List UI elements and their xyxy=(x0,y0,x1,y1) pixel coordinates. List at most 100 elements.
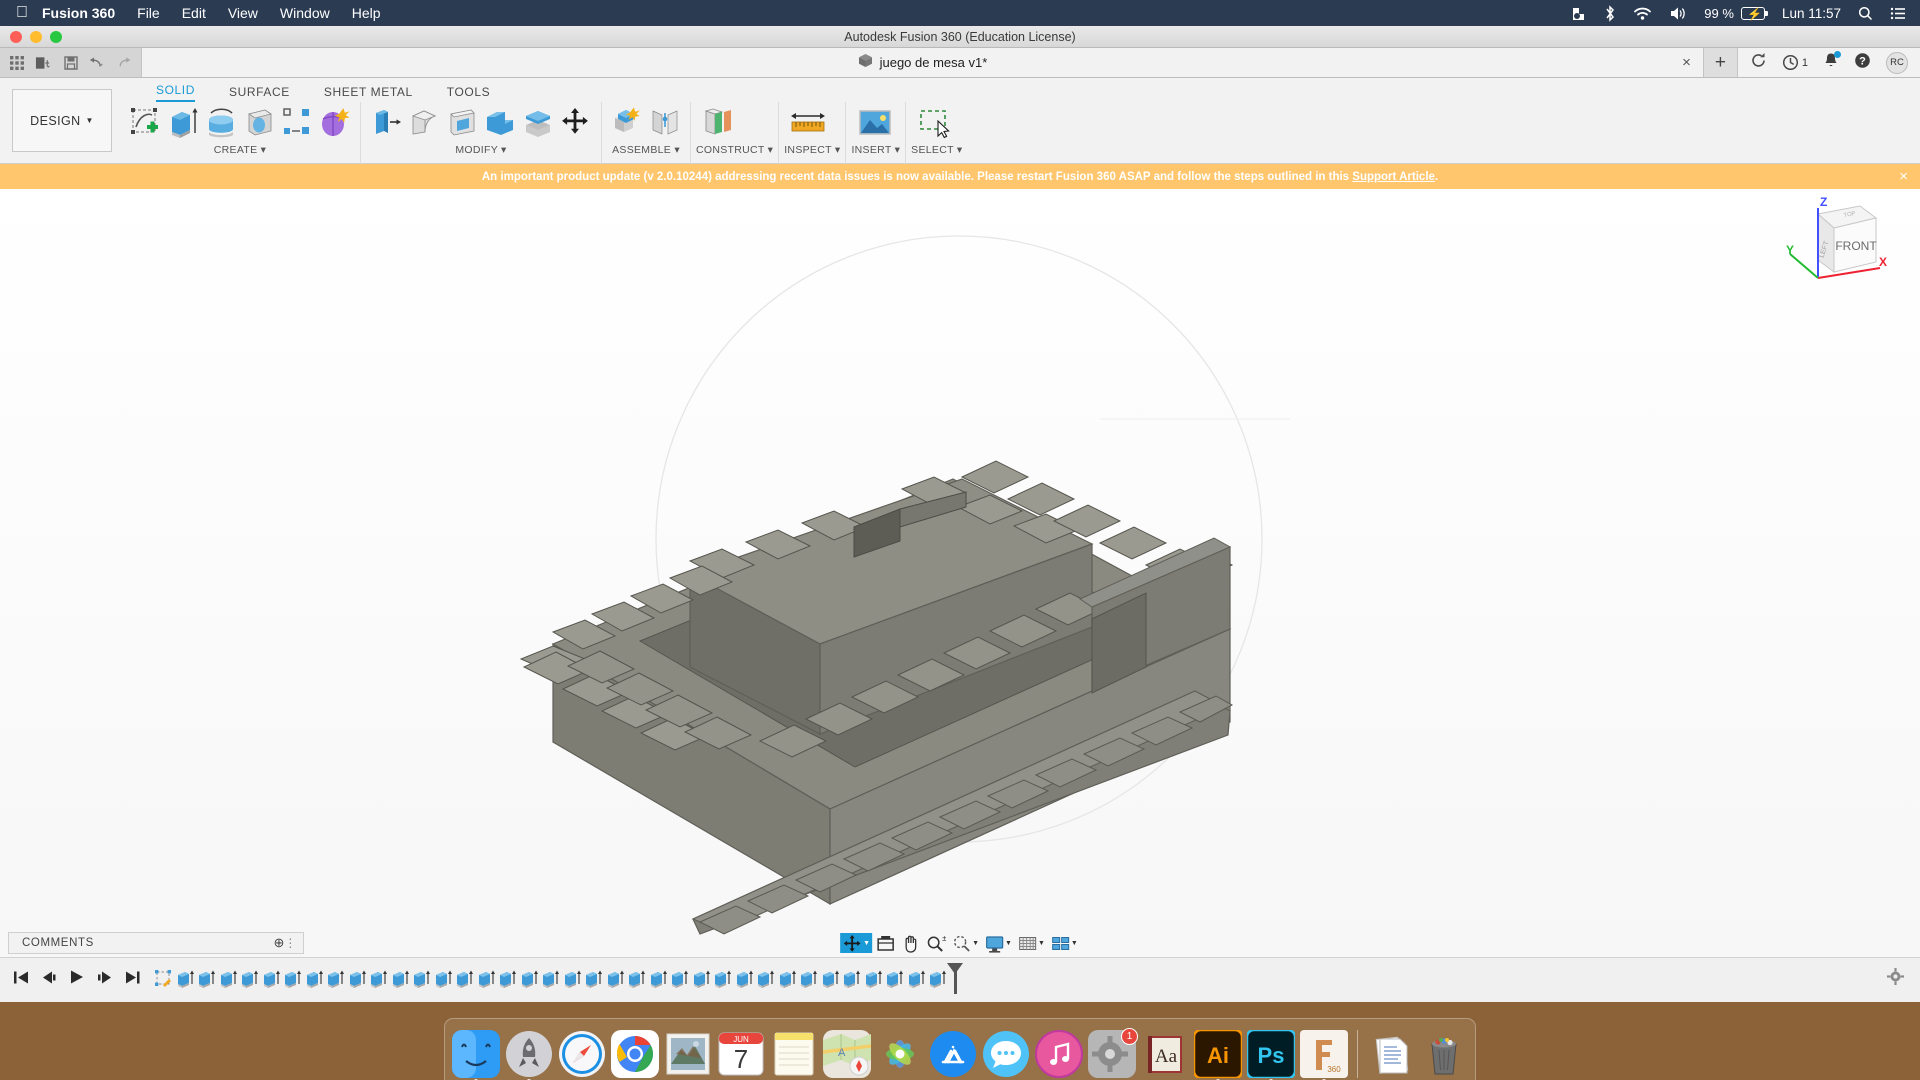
timeline-feature-extrude[interactable] xyxy=(455,969,474,989)
dock-item-trash[interactable] xyxy=(1420,1030,1468,1078)
pan-hand-tool[interactable] xyxy=(899,933,922,953)
timeline-feature-extrude[interactable] xyxy=(928,969,947,989)
timeline-feature-extrude[interactable] xyxy=(778,969,797,989)
dock-item-launchpad[interactable] xyxy=(505,1030,553,1078)
insert-image-icon[interactable] xyxy=(854,105,896,141)
timeline-feature-extrude[interactable] xyxy=(219,969,238,989)
timeline-feature-extrude[interactable] xyxy=(713,969,732,989)
timeline-feature-extrude[interactable] xyxy=(520,969,539,989)
model-viewport[interactable] xyxy=(0,189,1920,957)
dock-item-maps[interactable]: A xyxy=(823,1030,871,1078)
dock-item-photoshop[interactable]: Ps xyxy=(1247,1030,1295,1078)
timeline-feature-extrude[interactable] xyxy=(842,969,861,989)
dock-item-calendar[interactable]: JUN 7 xyxy=(717,1030,765,1078)
battery-icon[interactable]: ⚡ xyxy=(1736,7,1765,20)
notification-bell-icon[interactable] xyxy=(1823,52,1839,74)
timeline-feature-extrude[interactable] xyxy=(197,969,216,989)
panel-label-insert[interactable]: INSERT ▾ xyxy=(851,144,900,160)
timeline-feature-extrude[interactable] xyxy=(649,969,668,989)
panel-label-select[interactable]: SELECT ▾ xyxy=(911,144,962,160)
document-tab[interactable]: juego de mesa v1* × xyxy=(141,48,1704,77)
timeline-feature-extrude[interactable] xyxy=(283,969,302,989)
timeline-feature-extrude[interactable] xyxy=(735,969,754,989)
zoom-tool[interactable]: ± xyxy=(924,933,948,953)
panel-grip[interactable]: ⋮ xyxy=(284,936,297,950)
timeline-feature-extrude[interactable] xyxy=(756,969,775,989)
extrude-icon[interactable] xyxy=(166,105,200,141)
dock-item-messages[interactable] xyxy=(982,1030,1030,1078)
timeline-feature-extrude[interactable] xyxy=(326,969,345,989)
comments-panel[interactable]: COMMENTS ⊕ ⋮ xyxy=(8,932,304,954)
menu-window[interactable]: Window xyxy=(280,5,330,21)
create-form-icon[interactable] xyxy=(318,105,352,141)
workspace-switcher[interactable]: DESIGN▼ xyxy=(12,89,112,152)
shell-icon[interactable] xyxy=(445,105,479,141)
press-pull-icon[interactable] xyxy=(369,105,403,141)
combine-icon[interactable] xyxy=(483,105,517,141)
timeline-feature-extrude[interactable] xyxy=(864,969,883,989)
step-back-icon[interactable] xyxy=(42,971,57,987)
panel-label-modify[interactable]: MODIFY ▾ xyxy=(366,144,596,160)
menu-file[interactable]: File xyxy=(137,5,160,21)
volume-icon[interactable] xyxy=(1669,6,1687,21)
timeline-feature-extrude[interactable] xyxy=(477,969,496,989)
pattern-icon[interactable] xyxy=(280,105,314,141)
tab-surface[interactable]: SURFACE xyxy=(229,85,290,102)
measure-icon[interactable] xyxy=(787,105,829,141)
timeline-feature-extrude[interactable] xyxy=(627,969,646,989)
look-at-tool[interactable] xyxy=(874,933,897,953)
dock-item-mail[interactable] xyxy=(664,1030,712,1078)
close-icon[interactable]: × xyxy=(1682,54,1691,71)
play-icon[interactable] xyxy=(70,970,84,987)
display-settings[interactable]: ▼ xyxy=(983,933,1014,953)
dock-item-fusion-360[interactable]: 360 xyxy=(1300,1030,1348,1078)
support-article-link[interactable]: Support Article xyxy=(1352,171,1435,183)
tab-tools[interactable]: TOOLS xyxy=(447,85,490,102)
new-file-icon[interactable] xyxy=(35,54,52,71)
menu-help[interactable]: Help xyxy=(352,5,381,21)
banner-close-icon[interactable]: × xyxy=(1899,168,1908,185)
spotlight-search-icon[interactable] xyxy=(1858,6,1873,21)
timeline-feature-extrude[interactable] xyxy=(584,969,603,989)
timeline-feature-extrude[interactable] xyxy=(348,969,367,989)
job-status-icon[interactable]: 1 xyxy=(1782,54,1808,71)
help-icon[interactable]: ? xyxy=(1854,52,1871,74)
timeline-feature-extrude[interactable] xyxy=(305,969,324,989)
joint-icon[interactable] xyxy=(648,105,682,141)
fillet-icon[interactable] xyxy=(407,105,441,141)
bluetooth-icon[interactable] xyxy=(1604,5,1616,22)
offset-plane-icon[interactable] xyxy=(699,105,739,141)
step-forward-icon[interactable] xyxy=(97,971,112,987)
timeline-feature-extrude[interactable] xyxy=(412,969,431,989)
dock-item-notes[interactable] xyxy=(770,1030,818,1078)
menu-view[interactable]: View xyxy=(228,5,258,21)
timeline-feature-extrude[interactable] xyxy=(606,969,625,989)
timeline-feature-extrude[interactable] xyxy=(692,969,711,989)
dock-item-system-preferences[interactable]: 1 xyxy=(1088,1030,1136,1078)
gear-icon[interactable] xyxy=(1887,968,1904,990)
panel-label-construct[interactable]: CONSTRUCT ▾ xyxy=(696,144,773,160)
window-selection-icon[interactable] xyxy=(914,105,956,141)
timeline-feature-extrude[interactable] xyxy=(821,969,840,989)
timeline-feature-extrude[interactable] xyxy=(907,969,926,989)
new-component-icon[interactable] xyxy=(610,105,644,141)
menu-edit[interactable]: Edit xyxy=(182,5,206,21)
tab-sheet-metal[interactable]: SHEET METAL xyxy=(324,85,413,102)
notification-icon[interactable] xyxy=(1570,5,1587,22)
dock-item-finder[interactable] xyxy=(452,1030,500,1078)
dock-item-app-store[interactable] xyxy=(929,1030,977,1078)
timeline-marker[interactable] xyxy=(954,964,957,994)
save-icon[interactable] xyxy=(62,54,79,71)
dock-item-safari[interactable] xyxy=(558,1030,606,1078)
canvas-area[interactable]: ◀◀ BROWSER ⊖ ⋮ ◢ 👁 juego de me xyxy=(0,189,1920,957)
avatar[interactable]: RC xyxy=(1886,52,1908,74)
panel-label-inspect[interactable]: INSPECT ▾ xyxy=(784,144,840,160)
timeline-feature-extrude[interactable] xyxy=(885,969,904,989)
orbit-tool[interactable]: ▼ xyxy=(840,933,872,953)
timeline-feature-extrude[interactable] xyxy=(434,969,453,989)
dock-item-photos[interactable] xyxy=(876,1030,924,1078)
create-sketch-icon[interactable] xyxy=(128,105,162,141)
sweep-icon[interactable] xyxy=(242,105,276,141)
redo-icon[interactable] xyxy=(116,54,133,71)
dock-item-chrome[interactable] xyxy=(611,1030,659,1078)
